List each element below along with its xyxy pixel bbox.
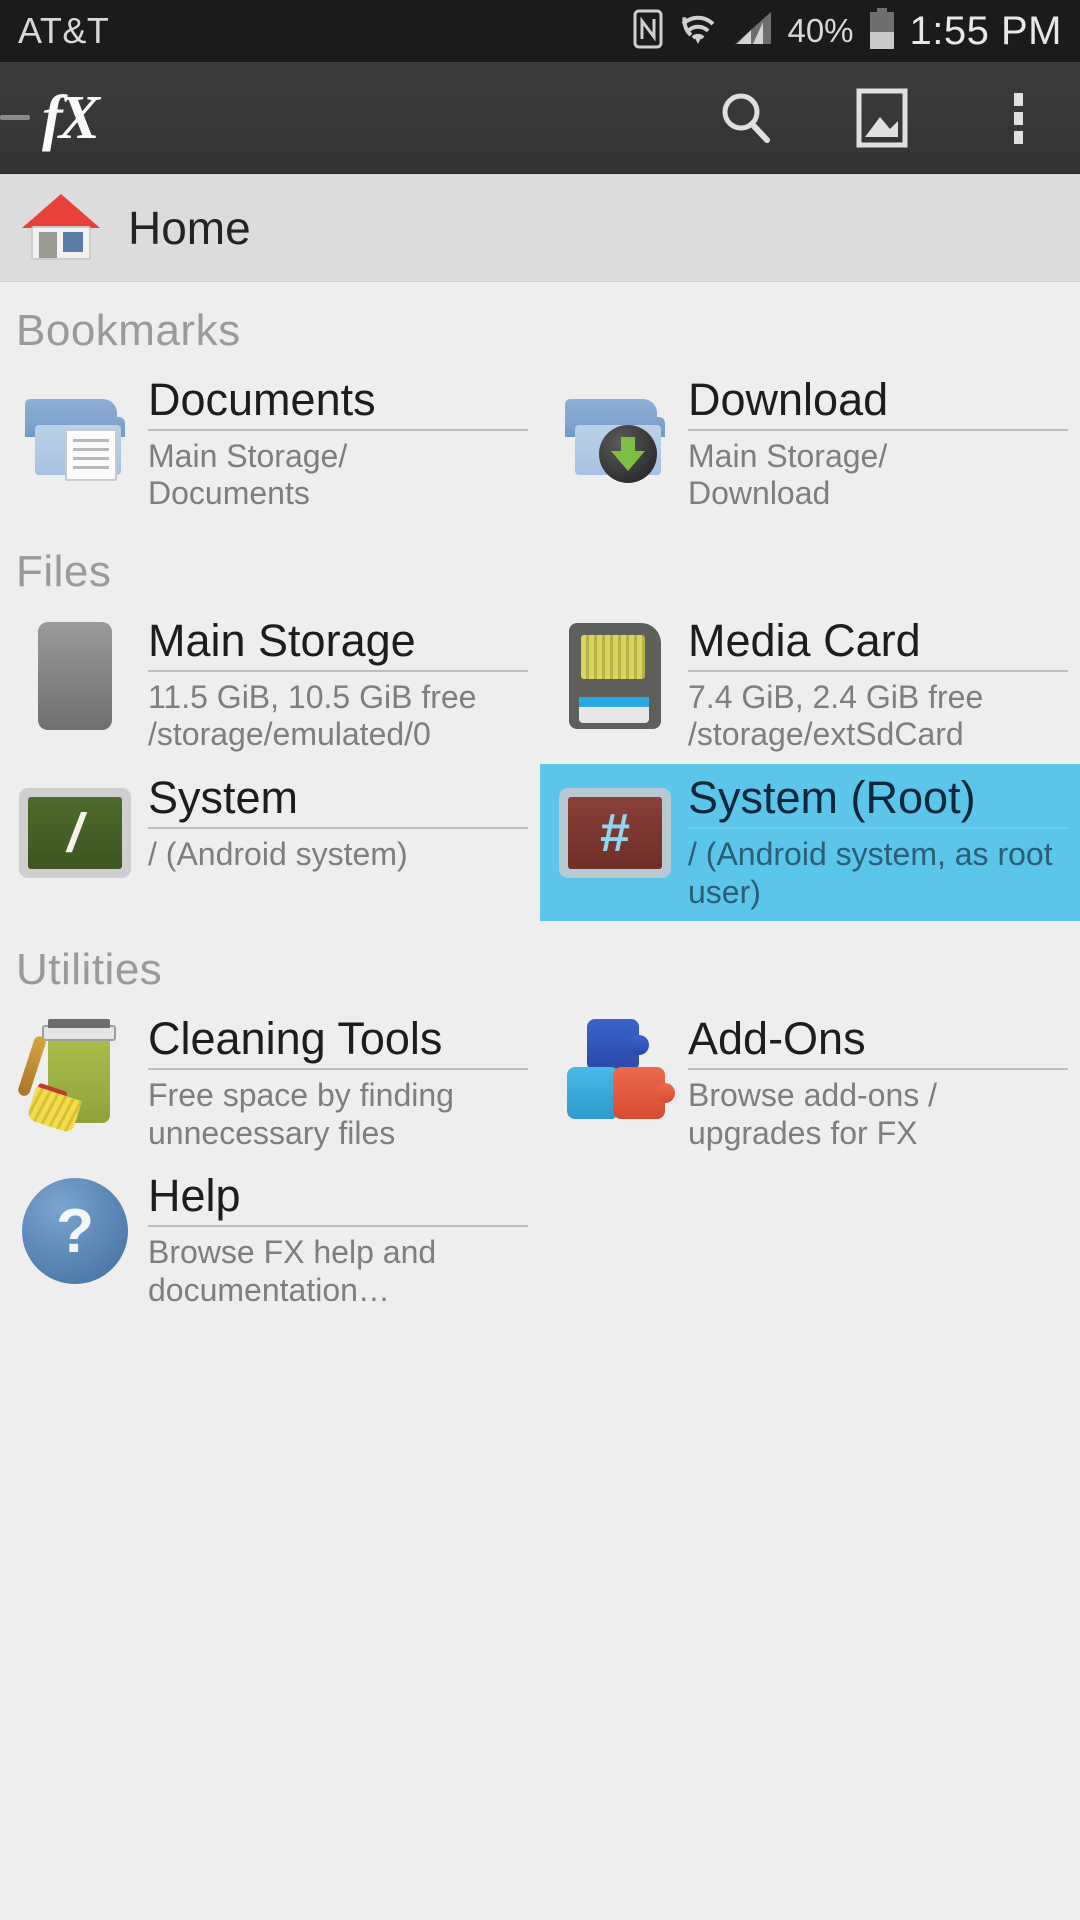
list-item-documents[interactable]: Documents Main Storage/ Documents: [0, 366, 540, 523]
item-subtitle: / (Android system, as root user): [688, 835, 1053, 910]
addons-puzzle-icon: [556, 1015, 675, 1133]
item-title: System (Root): [688, 774, 1068, 829]
section-utilities: Cleaning Tools Free space by finding unn…: [0, 1005, 1080, 1319]
list-item-text: System (Root) / (Android system, as root…: [674, 774, 1068, 911]
item-subtitle: Main Storage/ Download: [688, 437, 888, 512]
list-item-system-root[interactable]: # System (Root) / (Android system, as ro…: [540, 764, 1080, 922]
battery-icon: [868, 7, 896, 55]
list-item-text: Add-Ons Browse add-ons / upgrades for FX: [674, 1015, 1068, 1152]
list-item-text: Cleaning Tools Free space by finding unn…: [134, 1015, 528, 1152]
item-title: Media Card: [688, 616, 1068, 672]
status-bar: AT&T 40% 1:55 PM: [0, 0, 1080, 62]
home-icon: [22, 193, 100, 262]
list-item-text: Media Card 7.4 GiB, 2.4 GiB free /storag…: [674, 616, 1068, 754]
item-subtitle: Browse add-ons / upgrades for FX: [688, 1076, 938, 1151]
list-item-text: Main Storage 11.5 GiB, 10.5 GiB free /st…: [134, 616, 528, 754]
item-title: Help: [148, 1172, 528, 1227]
item-subtitle: Browse FX help and documentation…: [148, 1233, 437, 1308]
documents-folder-icon: [16, 376, 134, 494]
search-icon[interactable]: [710, 82, 782, 154]
list-item-download[interactable]: Download Main Storage/ Download: [540, 366, 1080, 523]
cellular-signal-icon: [733, 10, 773, 53]
home-content: Bookmarks Documents Main Storage/ Docume…: [0, 282, 1080, 1919]
battery-percent-label: 40%: [787, 12, 854, 49]
phone-storage-icon: [16, 617, 134, 735]
list-item-text: Documents Main Storage/ Documents: [134, 375, 528, 513]
drawer-dash-icon[interactable]: [0, 115, 30, 120]
list-item-text: Download Main Storage/ Download: [674, 375, 1068, 513]
item-title: Documents: [148, 375, 528, 431]
item-subtitle: 7.4 GiB, 2.4 GiB free /storage/extSdCard: [688, 678, 984, 753]
item-title: Main Storage: [148, 616, 528, 672]
list-item-media-card[interactable]: Media Card 7.4 GiB, 2.4 GiB free /storag…: [540, 607, 1080, 764]
terminal-root-icon: #: [556, 774, 674, 892]
section-bookmarks: Documents Main Storage/ Documents Downlo…: [0, 366, 1080, 523]
list-item-add-ons[interactable]: Add-Ons Browse add-ons / upgrades for FX: [540, 1005, 1080, 1162]
list-item-cleaning-tools[interactable]: Cleaning Tools Free space by finding unn…: [0, 1005, 540, 1162]
item-title: System: [148, 774, 528, 829]
section-title-files: Files: [16, 547, 112, 597]
action-bar: fX: [0, 62, 1080, 174]
item-title: Cleaning Tools: [148, 1015, 528, 1070]
list-item-system[interactable]: / System / (Android system): [0, 764, 540, 921]
item-subtitle: 11.5 GiB, 10.5 GiB free /storage/emulate…: [148, 678, 477, 753]
cleaning-tools-icon: [16, 1015, 134, 1134]
terminal-green-icon: /: [16, 774, 134, 892]
wifi-icon: [677, 10, 719, 53]
section-files: Main Storage 11.5 GiB, 10.5 GiB free /st…: [0, 607, 1080, 922]
list-item-help[interactable]: ? Help Browse FX help and documentation…: [0, 1162, 540, 1319]
breadcrumb[interactable]: Home: [0, 174, 1080, 282]
item-subtitle: / (Android system): [148, 835, 408, 872]
download-folder-icon: [556, 376, 674, 494]
status-icons: 40% 1:55 PM: [633, 7, 1062, 55]
fx-logo[interactable]: fX: [42, 87, 100, 149]
section-title-bookmarks: Bookmarks: [16, 306, 241, 355]
list-item-main-storage[interactable]: Main Storage 11.5 GiB, 10.5 GiB free /st…: [0, 607, 540, 764]
gallery-icon[interactable]: [846, 82, 918, 154]
item-title: Add-Ons: [688, 1015, 1068, 1070]
list-item-text: System / (Android system): [134, 774, 528, 873]
clock-label: 1:55 PM: [909, 8, 1062, 53]
list-item-text: Help Browse FX help and documentation…: [134, 1172, 528, 1309]
nfc-icon: [633, 9, 663, 54]
item-subtitle: Free space by finding unnecessary files: [148, 1076, 454, 1151]
action-bar-buttons: [710, 82, 1054, 154]
sd-card-icon: [556, 617, 674, 735]
item-subtitle: Main Storage/ Documents: [148, 437, 348, 512]
carrier-label: AT&T: [18, 10, 110, 51]
help-icon: ?: [16, 1172, 134, 1290]
item-title: Download: [688, 375, 1068, 431]
overflow-menu-icon[interactable]: [982, 82, 1054, 154]
section-title-utilities: Utilities: [16, 945, 163, 995]
breadcrumb-label: Home: [128, 201, 251, 254]
